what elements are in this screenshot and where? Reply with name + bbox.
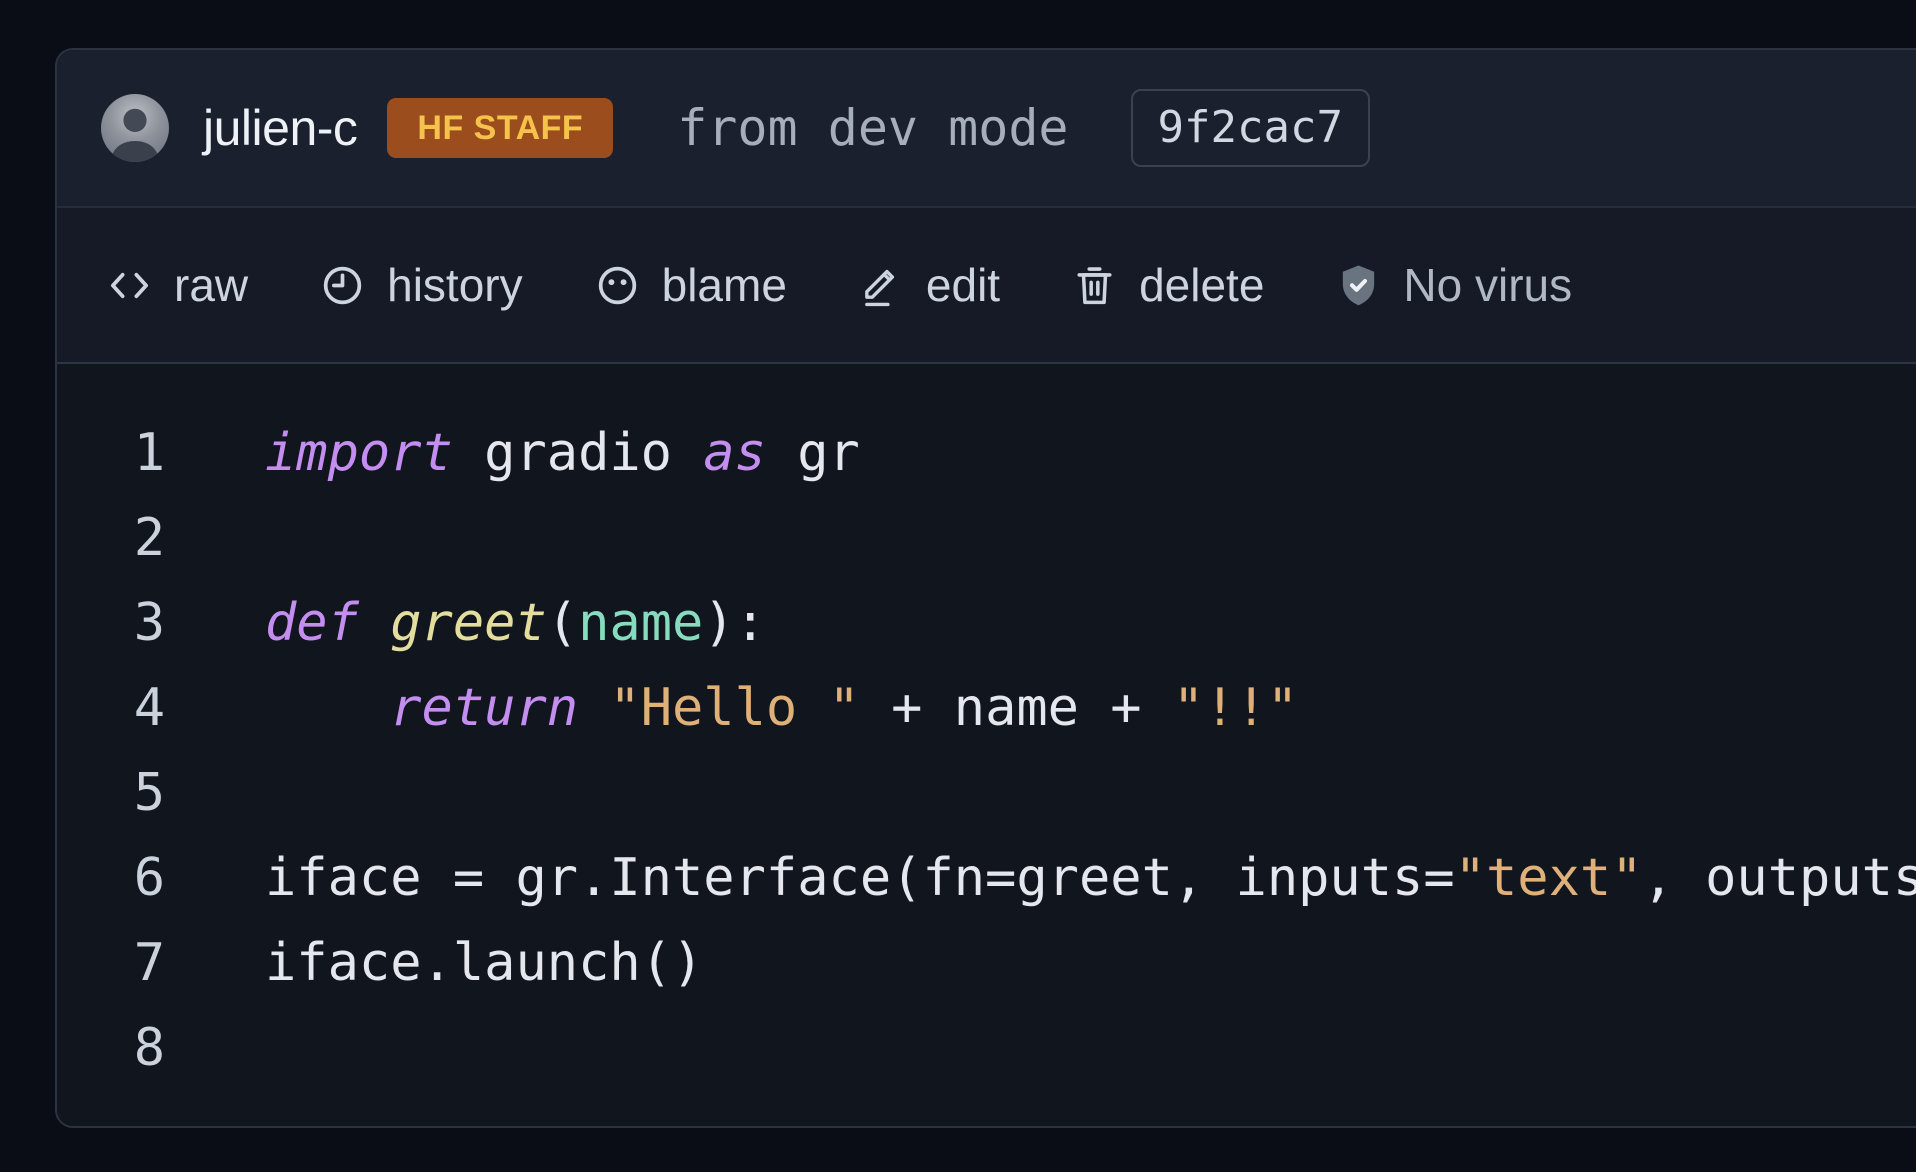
code-line: 4 return "Hello " + name + "!!" (57, 665, 1916, 750)
user-avatar[interactable] (101, 94, 169, 162)
line-number[interactable]: 2 (57, 508, 165, 568)
history-button[interactable]: history (319, 258, 522, 312)
code-line: 7 iface.launch() (57, 920, 1916, 1005)
edit-label: edit (926, 258, 1000, 312)
code-line-text: iface.launch() (265, 933, 703, 993)
line-number[interactable]: 6 (57, 848, 165, 908)
delete-label: delete (1139, 258, 1264, 312)
blame-face-icon (594, 262, 641, 309)
file-viewer-card: julien-c HF STAFF from dev mode 9f2cac7 … (55, 48, 1916, 1128)
code-line: 8 (57, 1005, 1916, 1090)
avatar-person-icon (101, 94, 169, 162)
line-number[interactable]: 1 (57, 423, 165, 483)
code-line: 5 (57, 750, 1916, 835)
trash-icon (1071, 262, 1118, 309)
virus-scan-status[interactable]: No virus (1335, 258, 1572, 312)
line-number[interactable]: 8 (57, 1018, 165, 1078)
code-content: 1 import gradio as gr 2 3 def greet(name): 4 … (57, 364, 1916, 1126)
edit-button[interactable]: edit (858, 258, 1000, 312)
raw-button[interactable]: raw (106, 258, 248, 312)
line-number[interactable]: 4 (57, 678, 165, 738)
code-line-text: def greet(name): (265, 593, 766, 653)
code-line: 3 def greet(name): (57, 580, 1916, 665)
code-line: 6 iface = gr.Interface(fn=greet, inputs="… (57, 835, 1916, 920)
pencil-icon (858, 262, 905, 309)
commit-header: julien-c HF STAFF from dev mode 9f2cac7 (57, 50, 1916, 208)
code-line-text: import gradio as gr (265, 423, 860, 483)
blame-label: blame (662, 258, 787, 312)
code-line: 2 (57, 495, 1916, 580)
code-line-text: iface = gr.Interface(fn=greet, inputs="t… (265, 848, 1916, 908)
blame-button[interactable]: blame (594, 258, 787, 312)
line-number[interactable]: 5 (57, 763, 165, 823)
username-link[interactable]: julien-c (203, 99, 357, 157)
code-line-text: return "Hello " + name + "!!" (265, 678, 1298, 738)
commit-hash-button[interactable]: 9f2cac7 (1131, 89, 1370, 167)
history-label: history (387, 258, 522, 312)
raw-label: raw (174, 258, 248, 312)
code-line: 1 import gradio as gr (57, 410, 1916, 495)
delete-button[interactable]: delete (1071, 258, 1264, 312)
line-number[interactable]: 7 (57, 933, 165, 993)
clock-icon (319, 262, 366, 309)
code-icon (106, 262, 153, 309)
no-virus-label: No virus (1403, 258, 1572, 312)
line-number[interactable]: 3 (57, 593, 165, 653)
hf-staff-badge: HF STAFF (387, 98, 613, 158)
commit-message-link[interactable]: from dev mode (677, 99, 1068, 157)
shield-check-icon (1335, 262, 1382, 309)
file-toolbar: raw history blame edit (57, 208, 1916, 364)
